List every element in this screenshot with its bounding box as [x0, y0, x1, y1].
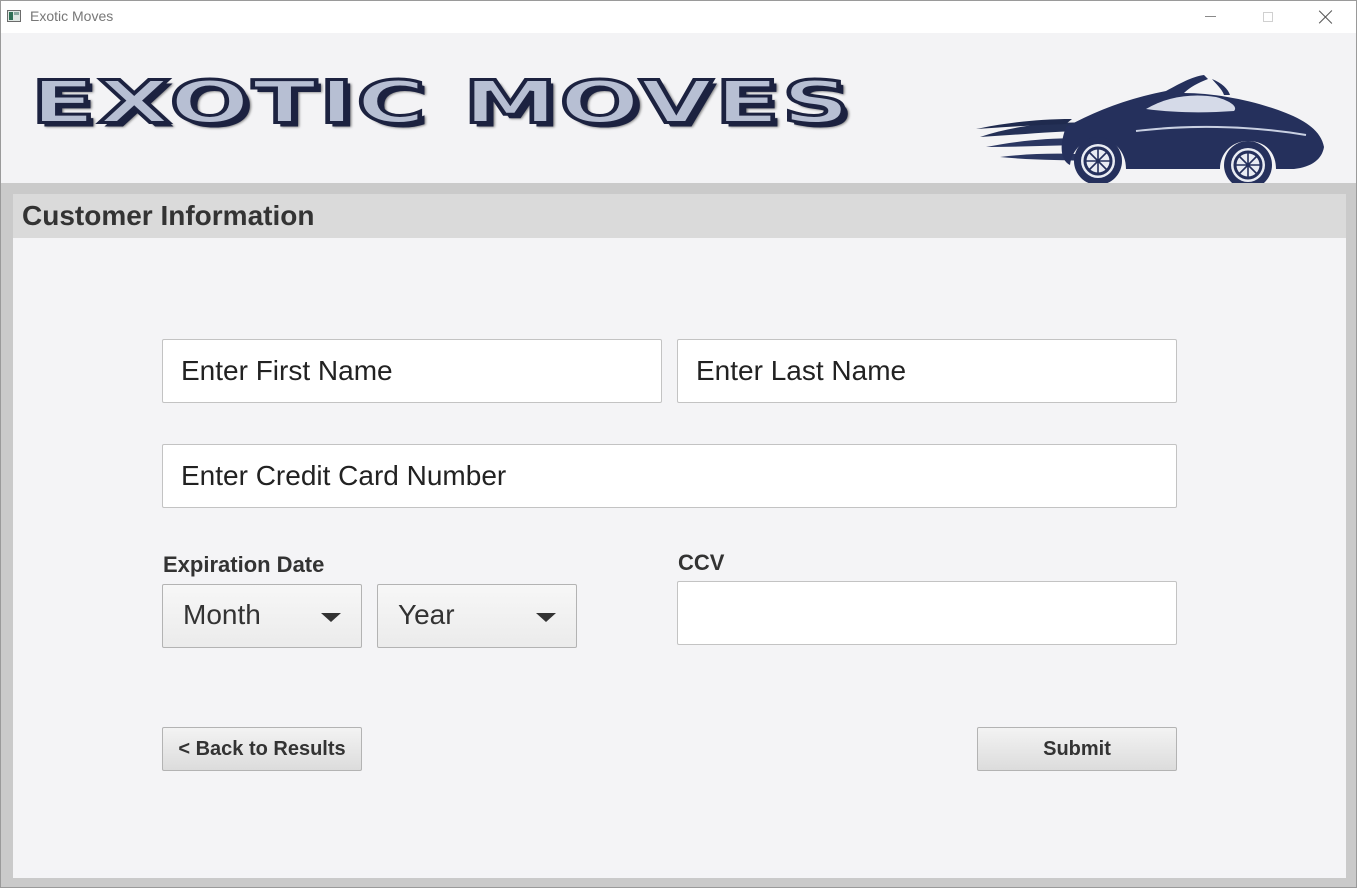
first-name-input[interactable]: [162, 339, 662, 403]
minimize-icon: [1204, 15, 1216, 17]
close-button[interactable]: [1297, 1, 1355, 33]
submit-button[interactable]: Submit: [977, 727, 1177, 771]
maximize-button[interactable]: [1239, 1, 1297, 33]
section-title: Customer Information: [22, 200, 315, 231]
year-select[interactable]: Year: [377, 584, 577, 648]
ccv-label: CCV: [678, 550, 725, 575]
ccv-input[interactable]: [677, 581, 1177, 645]
close-icon: [1319, 10, 1333, 24]
month-select[interactable]: Month: [162, 584, 362, 648]
logo-banner: EXOTIC MOVES: [1, 33, 1356, 189]
maximize-icon: [1263, 12, 1273, 22]
back-to-results-button[interactable]: < Back to Results: [162, 727, 362, 771]
app-window: Exotic Moves EXOTIC MOVES Customer Infor…: [0, 0, 1357, 888]
window-title: Exotic Moves: [30, 8, 114, 24]
year-select-value: Year: [398, 599, 455, 630]
chevron-down-icon: [536, 613, 556, 622]
chevron-down-icon: [321, 613, 341, 622]
logo-text: EXOTIC MOVES: [29, 67, 853, 137]
credit-card-input[interactable]: [162, 444, 1177, 508]
sports-car-icon: [976, 75, 1324, 189]
expiration-date-label: Expiration Date: [163, 552, 325, 577]
month-select-value: Month: [183, 599, 261, 630]
section-header: Customer Information: [13, 194, 1346, 238]
minimize-button[interactable]: [1181, 1, 1239, 33]
app-icon: [7, 10, 21, 22]
last-name-input[interactable]: [677, 339, 1177, 403]
title-bar: Exotic Moves: [1, 1, 1356, 33]
